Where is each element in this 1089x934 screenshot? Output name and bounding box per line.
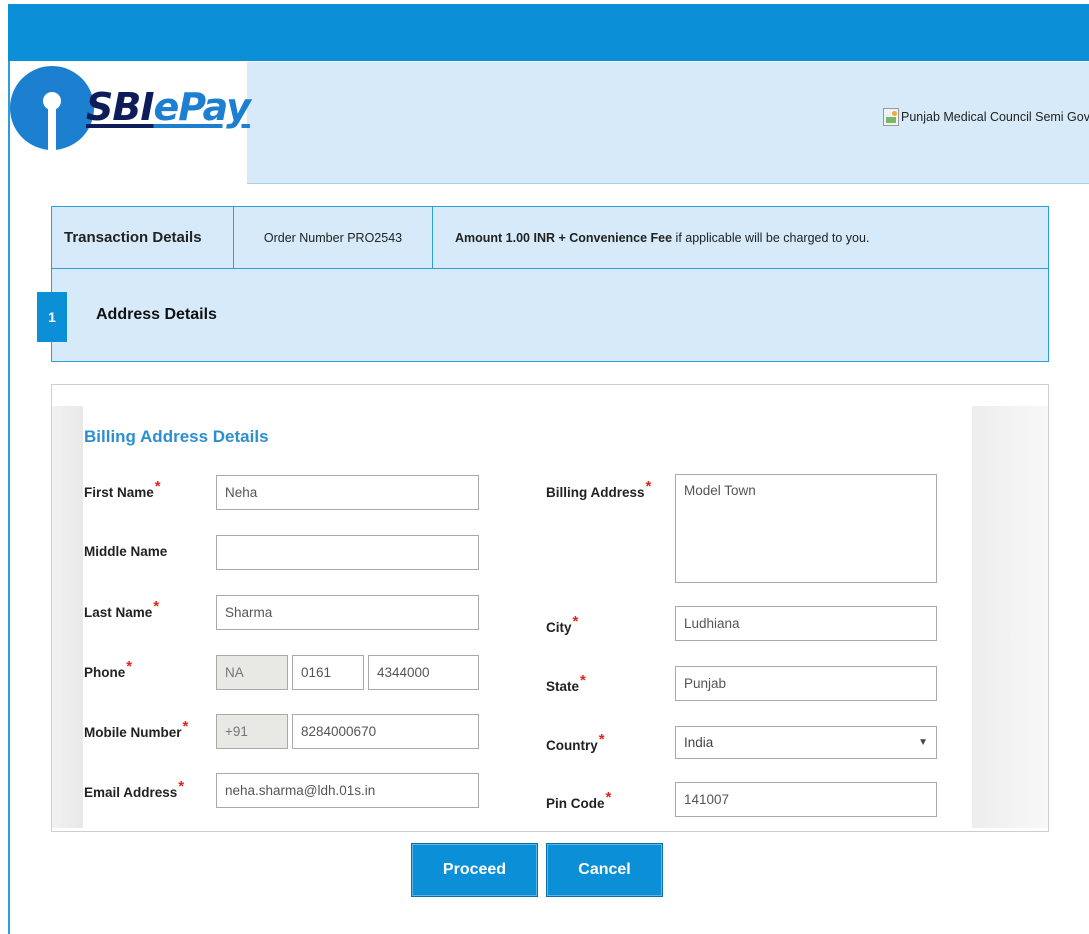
middle-name-input[interactable] [216, 535, 479, 570]
required-mark: * [154, 478, 161, 495]
mobile-number-label: Mobile Number* [84, 718, 188, 741]
billing-address-label: Billing Address* [546, 478, 651, 501]
amount-bold: Amount 1.00 INR + Convenience Fee [455, 230, 673, 245]
required-mark: * [580, 672, 586, 689]
country-select[interactable]: India ▼ [675, 726, 937, 759]
middle-name-label: Middle Name [84, 544, 167, 559]
first-name-label-text: First Name [84, 485, 154, 500]
city-label-text: City [546, 620, 572, 635]
first-name-label: First Name* [84, 478, 161, 501]
phone-label: Phone* [84, 658, 132, 681]
required-mark: * [182, 718, 189, 735]
country-label: Country* [546, 731, 605, 754]
broken-image-icon [883, 108, 899, 126]
phone-label-text: Phone [84, 665, 126, 680]
phone-country-code-input [216, 655, 288, 690]
chevron-down-icon: ▼ [918, 737, 928, 748]
email-label-text: Email Address [84, 785, 178, 800]
address-details-title: Address Details [96, 306, 217, 323]
form-side-panel-right [972, 406, 1048, 828]
required-mark: * [598, 731, 605, 748]
logo-sbi: SBI [86, 85, 154, 129]
required-mark: * [153, 598, 160, 615]
cancel-button[interactable]: Cancel [546, 843, 663, 897]
required-mark: * [572, 613, 579, 630]
form-side-panel-left [52, 406, 83, 828]
city-label: City* [546, 613, 578, 636]
country-select-value: India [684, 735, 714, 750]
required-mark: * [126, 658, 133, 675]
required-mark: * [645, 478, 652, 495]
transaction-details-title: Transaction Details [52, 207, 234, 268]
middle-name-label-text: Middle Name [84, 544, 168, 559]
mobile-number-label-text: Mobile Number [84, 725, 182, 740]
billing-section-title: Billing Address Details [84, 427, 269, 446]
merchant-logo-alt: Punjab Medical Council Semi Gov [901, 110, 1089, 124]
state-input[interactable] [675, 666, 937, 701]
email-label: Email Address* [84, 778, 184, 801]
phone-number-input[interactable] [368, 655, 479, 690]
logo-text: SBIePay [86, 84, 251, 130]
amount-info: Amount 1.00 INR + Convenience Fee if app… [433, 207, 1048, 268]
pin-code-label-text: Pin Code [546, 796, 605, 811]
required-mark: * [605, 789, 612, 806]
proceed-button[interactable]: Proceed [411, 843, 538, 897]
pin-code-input[interactable] [675, 782, 937, 817]
last-name-label: Last Name* [84, 598, 159, 621]
required-mark: * [178, 778, 185, 795]
city-input[interactable] [675, 606, 937, 641]
first-name-input[interactable] [216, 475, 479, 510]
phone-area-code-input[interactable] [292, 655, 364, 690]
pin-code-label: Pin Code* [546, 789, 611, 812]
left-border [8, 61, 10, 934]
transaction-details-bar: Transaction Details Order Number PRO2543… [51, 206, 1049, 269]
state-label: State* [546, 672, 586, 695]
mobile-number-input[interactable] [292, 714, 479, 749]
billing-address-textarea[interactable]: Model Town [675, 474, 937, 583]
mobile-country-code-input [216, 714, 288, 749]
sbi-keyhole-stem [48, 106, 56, 150]
last-name-input[interactable] [216, 595, 479, 630]
logo-epay: ePay [153, 85, 250, 129]
step-number-badge: 1 [37, 292, 67, 342]
top-strip [8, 4, 1089, 61]
country-label-text: Country [546, 738, 598, 753]
state-label-text: State [546, 679, 580, 694]
billing-address-label-text: Billing Address [546, 485, 645, 500]
order-number: Order Number PRO2543 [234, 207, 433, 268]
email-input[interactable] [216, 773, 479, 808]
merchant-logo: Punjab Medical Council Semi Gov [883, 104, 1089, 130]
last-name-label-text: Last Name [84, 605, 153, 620]
amount-rest: if applicable will be charged to you. [672, 230, 870, 245]
